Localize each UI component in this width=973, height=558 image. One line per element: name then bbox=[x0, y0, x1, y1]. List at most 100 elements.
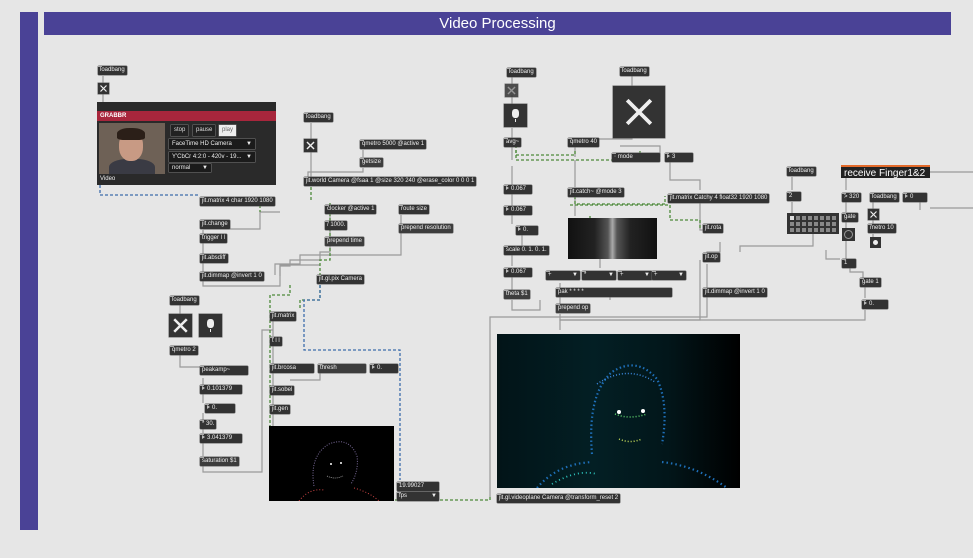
camera-select[interactable]: FaceTime HD Camera ▼ bbox=[169, 139, 255, 149]
scale[interactable]: scale 0. 1. 0. 1. bbox=[504, 246, 549, 255]
jit-catch[interactable]: jit.catch~ @mode 3 bbox=[568, 188, 624, 197]
loadbang-object[interactable]: loadbang bbox=[304, 113, 333, 122]
jit-gen[interactable]: jit.gen bbox=[270, 405, 291, 414]
stop-button[interactable]: stop bbox=[171, 125, 189, 136]
thresh-number[interactable]: 0. bbox=[370, 364, 398, 373]
jit-matrix[interactable]: jit.matrix bbox=[270, 312, 297, 321]
jit-matrix-catchy[interactable]: jit.matrix Catchy 4 float32 1920 1080 bbox=[668, 194, 770, 203]
avg[interactable]: avg~ bbox=[504, 138, 522, 147]
jit-op[interactable]: jit.op bbox=[703, 253, 720, 262]
gate-1[interactable]: gate 1 bbox=[860, 278, 881, 287]
metro-10[interactable]: metro 10 bbox=[868, 224, 896, 233]
chevron-down-icon: ▼ bbox=[608, 272, 614, 278]
multiply-30[interactable]: * 30. bbox=[200, 420, 217, 429]
number-box[interactable]: 0 bbox=[903, 193, 927, 202]
number-box[interactable]: 0.067 bbox=[504, 185, 532, 194]
jit-brcosa[interactable]: jit.brcosa bbox=[270, 364, 314, 373]
camera-preview bbox=[99, 123, 165, 174]
number-box[interactable]: 0.067 bbox=[504, 268, 532, 277]
page-title: Video Processing bbox=[44, 12, 951, 35]
fps-select[interactable]: fps ▼ bbox=[397, 492, 439, 501]
divide-1000[interactable]: / 1000. bbox=[325, 221, 348, 230]
jit-world[interactable]: jit.world Camera @fsaa 1 @size 320 240 @… bbox=[304, 177, 477, 186]
mode-number[interactable]: 3 bbox=[665, 153, 693, 162]
theta-message[interactable]: theta $1 bbox=[504, 290, 530, 299]
number-box[interactable]: 0. bbox=[862, 300, 888, 309]
number-box-value: 0.067 bbox=[511, 207, 527, 213]
pause-button[interactable]: pause bbox=[193, 125, 216, 136]
loadbang-object[interactable]: loadbang bbox=[870, 193, 899, 202]
prepend-resolution[interactable]: prepend resolution bbox=[399, 224, 453, 233]
clocker[interactable]: clocker @active 1 bbox=[325, 205, 377, 214]
mode-message[interactable]: ▫ mode bbox=[612, 153, 660, 162]
chevron-down-icon: ▼ bbox=[246, 141, 252, 147]
number-box[interactable]: 0. bbox=[205, 404, 235, 413]
dial-control[interactable] bbox=[842, 228, 855, 241]
jit-rota[interactable]: jit.rota bbox=[703, 224, 724, 233]
thresh-message[interactable]: thresh bbox=[318, 364, 366, 373]
fps-number-value: 19.99027 bbox=[399, 483, 425, 489]
number-box[interactable]: 3.041379 bbox=[200, 434, 242, 443]
number-box[interactable]: 0.101379 bbox=[200, 385, 242, 394]
number-box[interactable]: 0. bbox=[516, 226, 538, 235]
receive-object[interactable]: receive Finger1&2 bbox=[841, 165, 930, 179]
chevron-down-icon: ▼ bbox=[678, 272, 684, 278]
jit-gl-videoplane[interactable]: jit.gl.videoplane Camera @transform_rese… bbox=[497, 494, 621, 503]
prepend-time[interactable]: prepend time bbox=[325, 237, 365, 246]
jit-dimmap-b[interactable]: jit.dimmap @invert 1 0 bbox=[703, 288, 767, 297]
operator-select-2[interactable]: * ▼ bbox=[582, 271, 616, 280]
operator-select-3[interactable]: + ▼ bbox=[618, 271, 652, 280]
loadbang-object[interactable]: loadbang bbox=[787, 167, 816, 176]
toggle-button[interactable] bbox=[613, 86, 665, 138]
number-box-value: 0 bbox=[910, 194, 914, 200]
number-box-value: 0.067 bbox=[511, 269, 527, 275]
number-box[interactable]: 0.067 bbox=[504, 206, 532, 215]
jit-change[interactable]: jit.change bbox=[200, 220, 230, 229]
format-select[interactable]: Y'CbCr 4:2:0 - 420v - 19... ▼ bbox=[169, 152, 255, 162]
microphone-icon[interactable] bbox=[504, 104, 527, 127]
microphone-icon[interactable] bbox=[199, 314, 222, 337]
qmetro-5000[interactable]: qmetro 5000 @active 1 bbox=[360, 140, 427, 149]
jit-gl-pix[interactable]: jit.gl.pix Camera bbox=[317, 275, 365, 284]
matrix-control[interactable] bbox=[787, 213, 839, 234]
saturation-message[interactable]: saturation $1 bbox=[200, 457, 239, 466]
number-box-value: 1 bbox=[844, 260, 848, 266]
loadbang-object[interactable]: loadbang bbox=[170, 296, 199, 305]
jit-absdiff[interactable]: jit.absdiff bbox=[200, 254, 228, 263]
t-ll[interactable]: t l l bbox=[270, 337, 282, 346]
x-icon bbox=[625, 98, 653, 126]
qmetro-2[interactable]: qmetro 2 bbox=[170, 346, 198, 355]
trigger[interactable]: trigger l l bbox=[200, 234, 228, 243]
waveform-preview bbox=[568, 218, 657, 259]
jit-matrix-4char[interactable]: jit.matrix 4 char 1920 1080 bbox=[200, 197, 275, 206]
toggle-button[interactable] bbox=[98, 83, 109, 94]
jit-dimmap-a[interactable]: jit.dimmap @invert 1 0 bbox=[200, 272, 264, 281]
pak[interactable]: pak * * * * bbox=[556, 288, 672, 297]
operator-select-1[interactable]: + ▼ bbox=[546, 271, 580, 280]
peakamp[interactable]: peakamp~ bbox=[200, 366, 248, 375]
jit-sobel[interactable]: jit.sobel bbox=[270, 386, 295, 395]
number-box[interactable]: 2 bbox=[787, 192, 801, 201]
number-box[interactable]: 1 bbox=[842, 259, 856, 268]
grabber-module[interactable]: GRABBR stop pause play FaceTime HD Camer… bbox=[97, 102, 276, 185]
fps-number[interactable]: 19.99027 bbox=[397, 482, 439, 491]
bang-button[interactable] bbox=[870, 237, 881, 248]
qmetro-40[interactable]: qmetro 40 bbox=[568, 138, 600, 147]
loadbang-object[interactable]: loadbang bbox=[507, 68, 536, 77]
route-size[interactable]: route size bbox=[399, 205, 430, 214]
greater-than-320[interactable]: > 320 bbox=[842, 193, 862, 202]
operator-value: + bbox=[654, 272, 658, 278]
toggle-button[interactable] bbox=[868, 209, 879, 220]
toggle-button[interactable] bbox=[505, 84, 518, 97]
toggle-button[interactable] bbox=[169, 314, 192, 337]
loadbang-object[interactable]: loadbang bbox=[98, 66, 127, 75]
prepend-op[interactable]: prepend op bbox=[556, 304, 591, 313]
operator-select-4[interactable]: + ▼ bbox=[652, 271, 686, 280]
play-button[interactable]: play bbox=[219, 125, 237, 136]
toggle-button[interactable] bbox=[304, 139, 317, 152]
loadbang-object[interactable]: loadbang bbox=[620, 67, 649, 76]
gate[interactable]: gate bbox=[842, 213, 858, 222]
number-box-value: 3.041379 bbox=[207, 435, 233, 441]
getsize-message[interactable]: getsize bbox=[360, 158, 384, 167]
mode-select[interactable]: normal ▼ bbox=[169, 164, 211, 172]
